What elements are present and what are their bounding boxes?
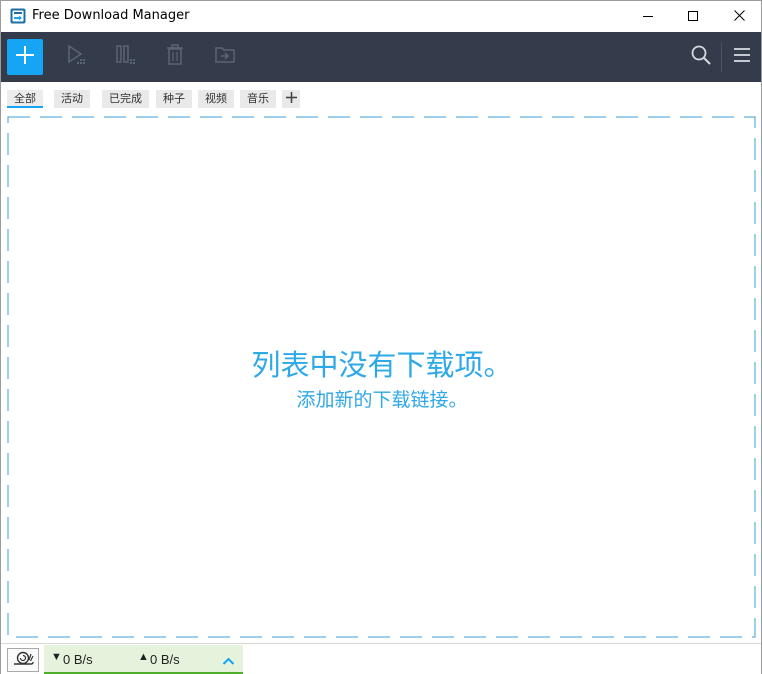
main-menu-button[interactable] [724, 39, 760, 75]
tab-video[interactable]: 视频 [198, 90, 234, 108]
empty-list-title: 列表中没有下载项。 [251, 348, 513, 382]
tab-completed[interactable]: 已完成 [102, 90, 149, 108]
plus-icon [285, 90, 297, 108]
tab-torrents[interactable]: 种子 [156, 90, 192, 108]
app-window: Free Download Manager 全部 活动 已完成 种子 视频 音乐… [0, 0, 762, 674]
add-tab-button[interactable] [282, 90, 300, 108]
fdm-logo-icon [10, 8, 26, 24]
toolbar [1, 32, 761, 82]
minimize-button[interactable] [625, 1, 671, 32]
snail-icon [12, 650, 34, 671]
filter-tabs: 全部 活动 已完成 种子 视频 音乐 [1, 82, 761, 114]
trash-icon [165, 43, 185, 71]
close-button[interactable] [716, 1, 762, 32]
hamburger-menu-icon [733, 47, 751, 68]
tab-music[interactable]: 音乐 [240, 90, 276, 108]
tab-all[interactable]: 全部 [7, 90, 43, 108]
plus-icon [14, 44, 36, 71]
empty-list-subtitle[interactable]: 添加新的下载链接。 [8, 385, 756, 412]
add-download-button[interactable] [7, 39, 43, 75]
title-bar: Free Download Manager [1, 1, 761, 32]
close-icon [733, 8, 745, 26]
maximize-icon [688, 8, 698, 26]
delete-button[interactable] [157, 39, 193, 75]
pause-button[interactable] [108, 39, 144, 75]
folder-move-icon [214, 45, 236, 70]
chevron-up-icon[interactable] [222, 653, 235, 671]
maximize-button[interactable] [670, 1, 716, 32]
minimize-icon [643, 8, 653, 26]
download-arrow-icon: ▼ [51, 651, 62, 663]
pause-icon [114, 43, 138, 72]
start-button[interactable] [58, 39, 94, 75]
snail-mode-button[interactable] [7, 648, 39, 672]
speed-panel[interactable]: ▼ 0 B/s ▲ 0 B/s [44, 645, 243, 674]
toolbar-divider [721, 42, 722, 72]
upload-arrow-icon: ▲ [138, 651, 149, 663]
search-button[interactable] [683, 39, 719, 75]
tab-active[interactable]: 活动 [54, 90, 90, 108]
window-title: Free Download Manager [32, 8, 190, 23]
play-icon [64, 43, 88, 72]
move-to-folder-button[interactable] [207, 39, 243, 75]
upload-speed: 0 B/s [150, 652, 180, 667]
download-list-dropzone[interactable]: 列表中没有下载项。 添加新的下载链接。 [7, 116, 756, 638]
status-bar: ▼ 0 B/s ▲ 0 B/s [1, 643, 761, 674]
download-speed: 0 B/s [63, 652, 93, 667]
search-icon [690, 44, 712, 71]
